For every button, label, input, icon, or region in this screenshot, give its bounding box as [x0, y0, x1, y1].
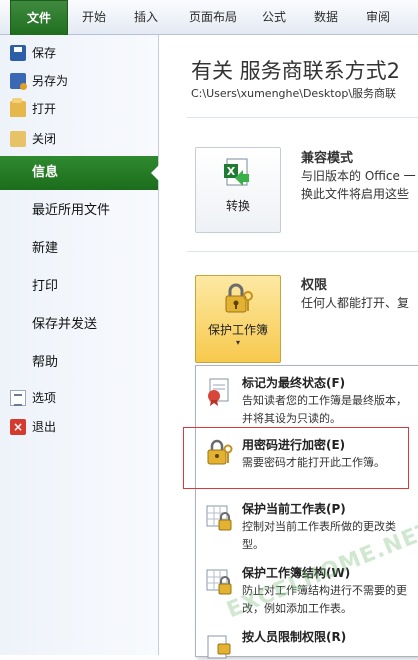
- nav-info[interactable]: 信息: [0, 156, 159, 190]
- nav-recent[interactable]: 最近所用文件: [0, 194, 158, 228]
- page-title: 有关 服务商联系方式2: [191, 59, 401, 83]
- save-as-icon: [10, 73, 27, 90]
- menu-item-protect-sheet-title: 保护当前工作表(P): [242, 502, 346, 516]
- options-icon: [10, 390, 26, 406]
- nav-save-as[interactable]: 另存为: [10, 69, 68, 93]
- protect-sheet-icon: [206, 505, 232, 531]
- nav-exit-label: 退出: [32, 420, 57, 434]
- nav-open-label: 打开: [32, 102, 57, 116]
- permissions-desc: 任何人都能打开、复: [301, 296, 410, 310]
- excel-convert-icon: X: [224, 158, 249, 186]
- nav-help[interactable]: 帮助: [0, 346, 158, 380]
- nav-options[interactable]: 选项: [10, 386, 56, 410]
- nav-save-as-label: 另存为: [32, 74, 69, 88]
- exit-icon: ×: [10, 419, 26, 435]
- nav-save-label: 保存: [32, 46, 57, 60]
- permissions-title: 权限: [301, 278, 328, 293]
- tab-insert[interactable]: 插入: [124, 0, 168, 34]
- convert-button[interactable]: X 转换: [195, 147, 281, 233]
- nav-close[interactable]: 关闭: [10, 127, 56, 151]
- protect-workbook-label: 保护工作簿: [207, 323, 268, 337]
- nav-options-label: 选项: [32, 391, 57, 405]
- menu-item-restrict-title: 按人员限制权限(R): [242, 630, 347, 644]
- file-path: C:\Users\xumenghe\Desktop\服务商联: [191, 87, 397, 100]
- backstage-sidebar: 保存 另存为 打开 关闭 信息 最近所用文件 新建 打印 保存并发送 帮助 选项…: [0, 35, 159, 655]
- lock-key-icon: [225, 283, 253, 313]
- close-folder-icon: [10, 131, 26, 147]
- menu-item-mark-final-title: 标记为最终状态(F): [242, 376, 346, 390]
- protect-structure-icon: [206, 569, 232, 595]
- ribbon-tabs: 文件 开始 插入 页面布局 公式 数据 审阅: [0, 0, 418, 35]
- nav-save[interactable]: 保存: [10, 41, 56, 65]
- mark-final-icon: [208, 378, 229, 406]
- save-icon: [10, 45, 26, 61]
- menu-item-mark-final[interactable]: 标记为最终状态(F) 告知读者您的工作簿是最终版本，并将其设为只读的。: [196, 372, 418, 430]
- tab-review[interactable]: 审阅: [356, 0, 400, 34]
- dropdown-arrow-icon: ▾: [235, 338, 240, 347]
- open-folder-icon: [10, 98, 26, 117]
- menu-item-mark-final-desc: 告知读者您的工作簿是最终版本，并将其设为只读的。: [242, 394, 407, 425]
- nav-close-label: 关闭: [32, 132, 57, 146]
- nav-open[interactable]: 打开: [10, 97, 56, 121]
- tab-formulas[interactable]: 公式: [252, 0, 296, 34]
- svg-text:X: X: [227, 165, 236, 178]
- tab-data[interactable]: 数据: [304, 0, 348, 34]
- divider: [187, 251, 418, 252]
- tab-home[interactable]: 开始: [72, 0, 116, 34]
- compat-desc-2: 换此文件将启用这些: [301, 187, 410, 201]
- nav-new[interactable]: 新建: [0, 232, 158, 266]
- restrict-permission-icon: [207, 635, 231, 659]
- convert-button-label: 转换: [225, 199, 250, 213]
- protect-workbook-button[interactable]: 保护工作簿 ▾: [195, 275, 281, 363]
- highlight-box: [183, 427, 409, 489]
- menu-item-restrict-permission[interactable]: 按人员限制权限(R): [196, 626, 418, 659]
- compat-desc-1: 与旧版本的 Office 一: [301, 169, 416, 183]
- nav-print[interactable]: 打印: [0, 270, 158, 304]
- tab-page-layout[interactable]: 页面布局: [178, 0, 248, 34]
- divider: [187, 117, 418, 118]
- nav-save-send[interactable]: 保存并发送: [0, 308, 158, 342]
- tab-file[interactable]: 文件: [10, 0, 68, 35]
- nav-exit[interactable]: × 退出: [10, 415, 56, 439]
- compat-title: 兼容模式: [301, 151, 354, 166]
